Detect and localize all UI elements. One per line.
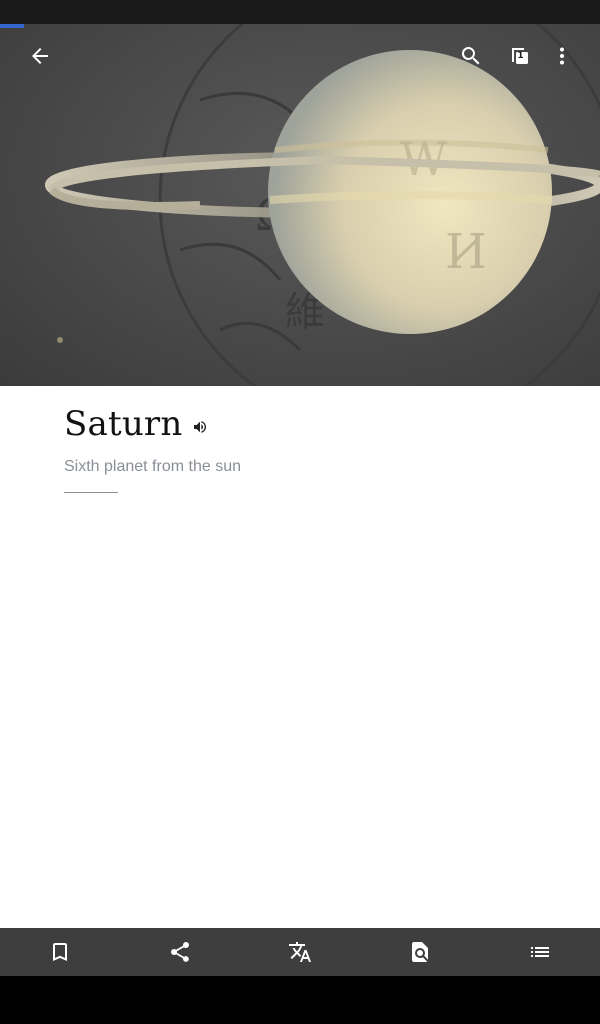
contents-list-icon [531,947,549,957]
tabs-button[interactable]: 1 [500,36,540,76]
search-icon [461,47,480,65]
svg-text:И: И [445,224,487,280]
bookmark-button[interactable] [40,932,80,972]
translate-button[interactable] [280,932,320,972]
share-button[interactable] [160,932,200,972]
system-navigation-bar [0,976,600,1024]
page-action-bar [0,928,600,976]
status-bar [0,0,600,24]
translate-icon [289,942,311,962]
share-icon [171,942,189,962]
tab-count: 1 [517,51,524,61]
overflow-menu-button[interactable] [542,36,582,76]
arrow-back-icon [32,48,48,64]
search-button[interactable] [451,36,491,76]
find-in-page-icon [412,942,428,962]
page-description: Sixth planet from the sun [64,458,241,475]
page-title: Saturn [64,404,183,444]
header-divider [64,492,118,493]
listen-button[interactable] [192,419,208,435]
toolbar: 1 [0,28,600,84]
bookmark-icon [53,943,67,961]
speaker-icon [194,421,207,433]
more-vert-icon [560,47,564,65]
article-header: Saturn Sixth planet from the sun [64,404,544,493]
back-button[interactable] [20,36,60,76]
contents-button[interactable] [520,932,560,972]
find-in-page-button[interactable] [400,932,440,972]
